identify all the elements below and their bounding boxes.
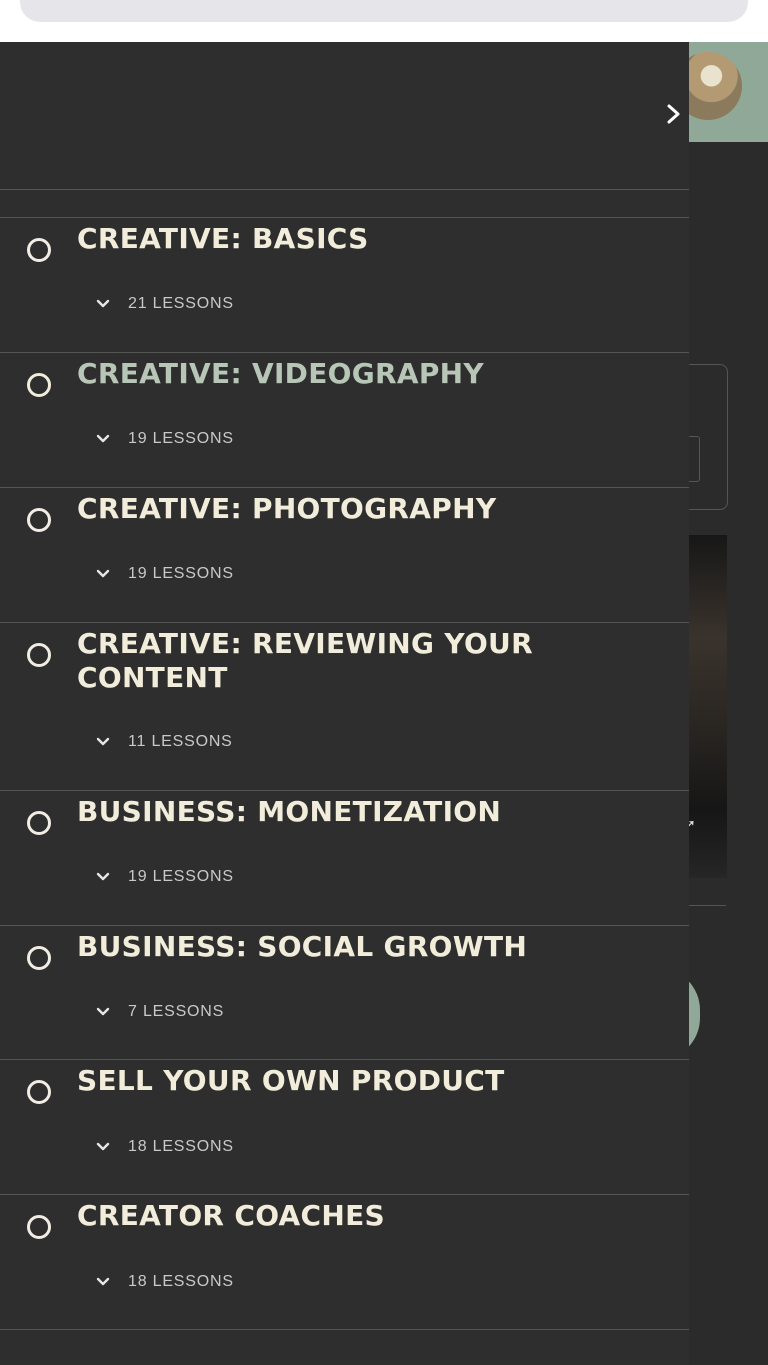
browser-top-bar: y [0, 0, 768, 42]
section-status-circle-icon [27, 1215, 51, 1239]
background-header [674, 42, 768, 142]
course-section[interactable]: CREATIVE: PHOTOGRAPHY 19 LESSONS [0, 487, 689, 623]
course-curriculum-drawer: CREATIVE: BASICS 21 LESSONS CREATIVE: VIDE… [0, 42, 689, 1365]
course-section[interactable]: CREATIVE: REVIEWING YOUR CONTENT 11 LESSO… [0, 622, 689, 791]
section-title[interactable]: BUSINESS: MONETIZATION [77, 795, 637, 829]
lesson-count-label: 21 LESSONS [128, 295, 234, 312]
section-title[interactable]: SELL YOUR OWN PRODUCT [77, 1064, 637, 1098]
background-page: ➚ [658, 42, 768, 1365]
section-status-circle-icon [27, 1080, 51, 1104]
chevron-down-icon [96, 872, 110, 881]
section-status-circle-icon [27, 373, 51, 397]
lesson-count-toggle[interactable]: 21 LESSONS [96, 295, 234, 313]
lesson-count-label: 11 LESSONS [128, 733, 233, 750]
lesson-count-toggle[interactable]: 18 LESSONS [96, 1273, 234, 1291]
section-status-circle-icon [27, 238, 51, 262]
lesson-count-toggle[interactable]: 7 LESSONS [96, 1003, 224, 1021]
chevron-down-icon [96, 737, 110, 746]
lesson-count-toggle[interactable]: 18 LESSONS [96, 1138, 234, 1156]
chevron-down-icon [96, 1277, 110, 1286]
chevron-down-icon [96, 434, 110, 443]
section-status-circle-icon [27, 811, 51, 835]
lesson-count-label: 7 LESSONS [128, 1003, 225, 1020]
chevron-down-icon [96, 1142, 110, 1151]
course-section[interactable]: SELL YOUR OWN PRODUCT 18 LESSONS [0, 1059, 689, 1195]
drawer-header [0, 42, 689, 190]
lesson-count-label: 19 LESSONS [128, 565, 234, 582]
course-section[interactable]: BUSINESS: SOCIAL GROWTH 7 LESSONS [0, 925, 689, 1060]
lesson-count-label: 19 LESSONS [128, 868, 234, 885]
section-status-circle-icon [27, 946, 51, 970]
chevron-down-icon [96, 569, 110, 578]
lesson-count-label: 18 LESSONS [128, 1138, 234, 1155]
section-status-circle-icon [27, 508, 51, 532]
lesson-count-toggle[interactable]: 19 LESSONS [96, 565, 234, 583]
section-title[interactable]: CREATOR COACHES [77, 1199, 637, 1233]
course-section[interactable]: CREATOR COACHES 18 LESSONS [0, 1194, 689, 1330]
course-section[interactable]: CREATIVE: VIDEOGRAPHY 19 LESSONS [0, 352, 689, 488]
lesson-count-toggle[interactable]: 19 LESSONS [96, 868, 234, 886]
section-title[interactable]: CREATIVE: BASICS [77, 222, 637, 256]
address-bar[interactable]: y [20, 0, 748, 22]
section-title[interactable]: CREATIVE: REVIEWING YOUR CONTENT [77, 627, 637, 695]
close-drawer-button[interactable] [656, 96, 689, 132]
section-title[interactable]: BUSINESS: SOCIAL GROWTH [77, 930, 637, 964]
section-status-circle-icon [27, 643, 51, 667]
chevron-down-icon [96, 299, 110, 308]
lesson-count-toggle[interactable]: 19 LESSONS [96, 430, 234, 448]
lesson-count-label: 19 LESSONS [128, 430, 234, 447]
chevron-right-icon [667, 104, 680, 124]
section-title[interactable]: CREATIVE: VIDEOGRAPHY [77, 357, 637, 391]
lesson-count-toggle[interactable]: 11 LESSONS [96, 733, 233, 751]
lesson-count-label: 18 LESSONS [128, 1273, 234, 1290]
chevron-down-icon [96, 1007, 110, 1016]
section-title[interactable]: CREATIVE: PHOTOGRAPHY [77, 492, 637, 526]
course-section[interactable]: CREATIVE: BASICS 21 LESSONS [0, 218, 689, 353]
course-section[interactable]: BUSINESS: MONETIZATION 19 LESSONS [0, 790, 689, 926]
